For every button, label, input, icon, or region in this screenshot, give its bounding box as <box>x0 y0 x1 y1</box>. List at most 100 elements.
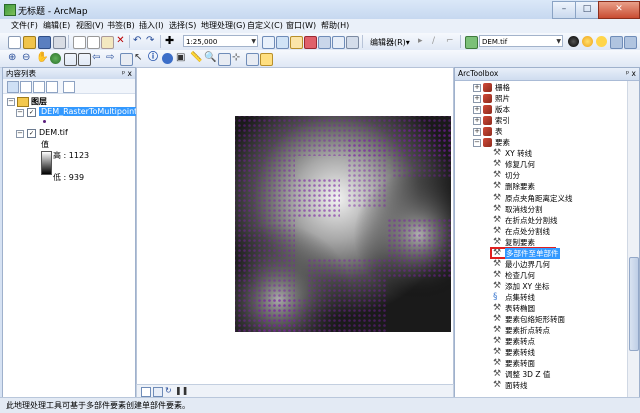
tool-item[interactable]: 点集转线 <box>505 292 535 303</box>
arctoolbox-icon[interactable] <box>304 36 317 49</box>
toolset-item[interactable]: 版本 <box>495 104 510 115</box>
scale-combo[interactable]: 1:25,000 ▼ <box>183 35 258 47</box>
layers-collapse-icon[interactable]: − <box>7 98 15 106</box>
full-extent-icon[interactable] <box>50 53 61 64</box>
cut-icon[interactable] <box>73 36 86 49</box>
toolset-expander-icon[interactable]: + <box>473 117 481 126</box>
layer2-visibility-checkbox[interactable]: ✓ <box>27 129 36 138</box>
layer2-collapse-icon[interactable]: − <box>16 130 24 138</box>
new-document-icon[interactable] <box>8 36 21 49</box>
menu-customize[interactable]: 自定义(C) <box>247 20 283 31</box>
edit-tool-icon[interactable]: ▸ <box>418 36 429 47</box>
tool-item[interactable]: 要素包络矩形转面 <box>505 314 565 325</box>
tool-item[interactable]: 检查几何 <box>505 270 535 281</box>
python-window-icon[interactable] <box>318 36 331 49</box>
go-to-xy-icon[interactable]: ⊹ <box>232 53 243 64</box>
effects-icon[interactable] <box>624 36 637 49</box>
toolset-item[interactable]: 要素 <box>495 137 510 148</box>
pause-drawing-icon[interactable]: ❚❚ <box>175 386 188 395</box>
editor-toolbar-icon[interactable] <box>262 36 275 49</box>
back-extent-icon[interactable]: ⇦ <box>92 53 103 64</box>
print-icon[interactable] <box>53 36 66 49</box>
save-icon[interactable] <box>38 36 51 49</box>
toolset-expander-icon[interactable]: + <box>473 128 481 137</box>
tool-item[interactable]: XY 转线 <box>505 148 532 159</box>
menu-view[interactable]: 视图(V) <box>76 20 104 31</box>
menu-file[interactable]: 文件(F) <box>11 20 38 31</box>
toolset-item[interactable]: 照片 <box>495 93 510 104</box>
layer-combo[interactable]: DEM.tif ▼ <box>479 35 563 47</box>
tool-item[interactable]: 原点夹角距离定义线 <box>505 193 573 204</box>
menu-help[interactable]: 帮助(H) <box>321 20 349 31</box>
tool-item[interactable]: 要素折点转点 <box>505 325 550 336</box>
tool-item[interactable]: 修复几何 <box>505 159 535 170</box>
toolset-expander-icon[interactable]: + <box>473 84 481 92</box>
menu-selection[interactable]: 选择(S) <box>169 20 196 31</box>
copy-icon[interactable] <box>87 36 100 49</box>
toolset-expander-icon[interactable]: − <box>473 139 481 148</box>
layer2-name[interactable]: DEM.tif <box>39 128 68 137</box>
paste-icon[interactable] <box>101 36 114 49</box>
menu-bookmarks[interactable]: 书签(B) <box>107 20 135 31</box>
fixed-zoom-in-icon[interactable] <box>64 53 77 66</box>
list-by-selection-icon[interactable] <box>46 81 58 93</box>
arctoolbox-pin-close[interactable]: ᵖ x <box>626 68 636 80</box>
menu-edit[interactable]: 编辑(E) <box>43 20 70 31</box>
minimize-button[interactable]: – <box>552 1 576 19</box>
html-popup-icon[interactable]: ▣ <box>176 53 187 64</box>
measure-icon[interactable]: 📏 <box>190 53 202 64</box>
open-folder-icon[interactable] <box>23 36 36 49</box>
time-slider-icon[interactable] <box>246 53 259 66</box>
tool-item[interactable]: 多部件至单部件 <box>505 247 560 259</box>
sketch-tool-icon[interactable]: ∕ <box>432 36 443 47</box>
editor-menu[interactable]: 编辑器(R)▾ <box>370 37 410 48</box>
modelbuilder-icon[interactable] <box>332 36 345 49</box>
toolbox-scrollbar[interactable] <box>627 81 639 397</box>
tool-item[interactable]: 添加 XY 坐标 <box>505 281 550 292</box>
help-tool-icon[interactable] <box>346 36 359 49</box>
tool-item[interactable]: 在折点处分割线 <box>505 215 558 226</box>
table-of-contents-icon[interactable] <box>276 36 289 49</box>
scrollbar-thumb[interactable] <box>629 257 639 351</box>
map-canvas[interactable] <box>137 68 453 385</box>
select-elements-icon[interactable]: ↖ <box>134 53 145 64</box>
vertex-tool-icon[interactable]: ⌐ <box>446 36 457 47</box>
find-icon[interactable]: 🔍 <box>204 53 216 64</box>
list-by-source-icon[interactable] <box>20 81 32 93</box>
menu-geoprocessing[interactable]: 地理处理(G) <box>201 20 245 31</box>
hyperlink-icon[interactable] <box>162 53 173 64</box>
toolset-item[interactable]: 栅格 <box>495 82 510 93</box>
tool-item[interactable]: 最小边界几何 <box>505 259 550 270</box>
swipe-icon[interactable] <box>610 36 623 49</box>
toolset-expander-icon[interactable]: + <box>473 95 481 104</box>
data-view-icon[interactable] <box>141 387 151 397</box>
list-by-visibility-icon[interactable] <box>33 81 45 93</box>
menu-insert[interactable]: 插入(I) <box>139 20 164 31</box>
tool-item[interactable]: 取消线分割 <box>505 204 543 215</box>
find-route-icon[interactable] <box>218 53 231 66</box>
select-features-icon[interactable] <box>120 53 133 66</box>
undo-icon[interactable]: ↶ <box>133 36 144 47</box>
tool-item[interactable]: 面转线 <box>505 380 528 391</box>
toolset-expander-icon[interactable]: + <box>473 106 481 115</box>
delete-icon[interactable]: ✕ <box>115 36 126 47</box>
maximize-button[interactable]: □ <box>575 1 599 19</box>
layer1-collapse-icon[interactable]: − <box>16 109 24 117</box>
refresh-icon[interactable]: ↻ <box>165 386 172 395</box>
catalog-icon[interactable] <box>290 36 303 49</box>
tool-item[interactable]: 要素转线 <box>505 347 535 358</box>
layers-group-label[interactable]: 图层 <box>31 96 47 107</box>
forward-extent-icon[interactable]: ⇨ <box>106 53 117 64</box>
layout-view-icon[interactable] <box>153 387 163 397</box>
sun-icon[interactable] <box>596 36 607 47</box>
brightness-icon[interactable] <box>582 36 593 47</box>
tool-item[interactable]: 要素转面 <box>505 358 535 369</box>
tool-item[interactable]: 删除要素 <box>505 181 535 192</box>
tool-item[interactable]: 调整 3D Z 值 <box>505 369 550 380</box>
create-viewer-window-icon[interactable] <box>260 53 273 66</box>
zoom-out-icon[interactable]: ⊖ <box>22 53 33 64</box>
options-icon[interactable] <box>63 81 75 93</box>
add-data-icon[interactable]: ✚ <box>165 35 176 47</box>
fixed-zoom-out-icon[interactable] <box>78 53 91 66</box>
close-button[interactable]: ✕ <box>598 1 640 19</box>
